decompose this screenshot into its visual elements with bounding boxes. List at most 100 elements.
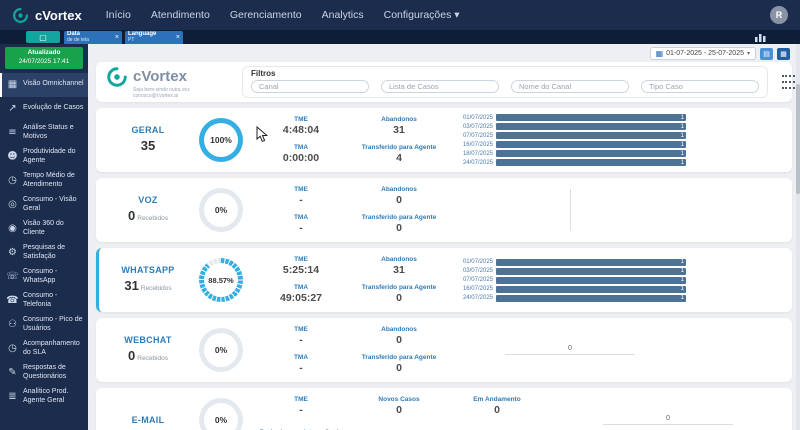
dashboard-brand-title: cVortex (133, 68, 187, 85)
bar: 1 (496, 150, 686, 157)
bar-chart-icon[interactable] (755, 33, 766, 42)
nav-item-atendimento[interactable]: Atendimento (151, 9, 210, 21)
vertical-scrollbar[interactable] (796, 44, 800, 430)
nav-item-gerenciamento[interactable]: Gerenciamento (230, 9, 302, 21)
dashboard-logo: cVortex Seja bem-vindo outra vez conosco… (106, 66, 216, 99)
metric-value: - (299, 222, 303, 234)
calendar-icon: ▦ (656, 49, 664, 58)
filters-title: Filtros (251, 69, 759, 78)
metric-label: Abandonos (381, 326, 417, 333)
sidebar-item-vis-o-360-do-cliente[interactable]: ◉Visão 360 do Cliente (0, 217, 88, 241)
empty-chart-axis: 0 (454, 345, 686, 355)
filter-input-canal[interactable] (251, 80, 369, 93)
attendance-donut: 100% (199, 118, 243, 162)
metric-label: Abandonos (381, 256, 417, 263)
filter-input-lista-de-casos[interactable] (381, 80, 499, 93)
updated-timestamp: 24/07/2025 17:41 (19, 58, 70, 65)
tab-language[interactable]: LanguagePT× (125, 31, 183, 44)
channel-name: WEBCHAT (106, 335, 190, 345)
user-avatar[interactable]: R (770, 6, 788, 24)
metric-label: TME (294, 326, 308, 333)
list-view-button[interactable]: ▦ (777, 48, 790, 60)
donut-percent: 88.57% (208, 276, 233, 285)
trend-icon: ↗ (6, 103, 19, 114)
metrics-col-2: Novos Casos0TMA (350, 394, 448, 430)
metric-value: 0 (494, 404, 500, 416)
donut-wrap: 0% (190, 328, 252, 372)
empty-chart-axis: 0 (552, 415, 784, 425)
grid-view-button[interactable]: ▤ (760, 48, 773, 60)
sidebar-item-pesquisas-de-satisfa-o[interactable]: ⚙Pesquisas de Satisfação (0, 241, 88, 265)
bar-date-label: 03/07/2025 (454, 124, 496, 130)
metric-label: TMA (294, 144, 308, 151)
metric-label: Em Andamento (473, 396, 520, 403)
metric-value: 31 (393, 124, 405, 136)
nav-item-configuracoes[interactable]: Configurações ▾ (384, 9, 460, 21)
filter-input-tipo-caso[interactable] (641, 80, 759, 93)
sidebar-item-consumo-whatsapp[interactable]: ☏Consumo - WhatsApp (0, 265, 88, 289)
bar: 1 (496, 268, 686, 275)
donut-percent: 100% (210, 135, 232, 145)
dashboard-header: cVortex Seja bem-vindo outra vez conosco… (96, 62, 792, 102)
expand-view-button[interactable]: ▢ (26, 31, 60, 43)
bar-value: 1 (681, 286, 686, 292)
metric-value: 4:48:04 (283, 124, 319, 136)
filter-input-nome-do-canal[interactable] (511, 80, 629, 93)
bar-value: 1 (681, 133, 686, 139)
metric: TME4:48:04 (252, 116, 350, 136)
metric-label: Novos Casos (378, 396, 419, 403)
scrollbar-thumb[interactable] (796, 84, 800, 194)
bar-value: 1 (681, 160, 686, 166)
phone-icon: ☎ (6, 295, 19, 306)
bar: 1 (496, 141, 686, 148)
bar-date-label: 18/07/2025 (454, 151, 496, 157)
sidebar-item-consumo-vis-o-geral[interactable]: ◎Consumo - Visão Geral (0, 193, 88, 217)
empty-chart-line (570, 189, 571, 231)
chart-icon: ≣ (6, 391, 19, 402)
close-icon[interactable]: × (115, 34, 119, 41)
sidebar-item-produtividade-do-agente[interactable]: ☻Produtividade do Agente (0, 145, 88, 169)
tab-data[interactable]: Datade de tela× (64, 31, 122, 44)
sidebar-item-an-lise-status-e-motivos[interactable]: ≡Análise Status e Motivos (0, 121, 88, 145)
channel-info: VOZ0Recebidos (106, 195, 190, 225)
sidebar-menu: ▦Visão Omnichannel↗Evolução de Casos≡Aná… (0, 73, 88, 409)
list-icon: ≡ (6, 127, 19, 138)
channel-info: GERAL35 (106, 125, 190, 155)
sidebar-item-label: Produtividade do Agente (23, 148, 85, 165)
date-range-picker[interactable]: ▦ 01-07-2025 - 25-07-2025 ▾ (650, 47, 756, 60)
close-icon[interactable]: × (176, 34, 180, 41)
channel-rows: GERAL35100%TME4:48:04TMA0:00:00Abandonos… (88, 108, 800, 430)
open-tabs: Datade de tela×LanguagePT× (64, 30, 183, 44)
attendance-donut: 88.57% (199, 258, 243, 302)
sidebar-item-acompanhamento-do-sla[interactable]: ◷Acompanhamento do SLA (0, 337, 88, 361)
bar-row: 03/07/20251 (454, 122, 686, 131)
metric: Abandonos0 (350, 186, 448, 206)
metric: TMA49:05:27 (252, 284, 350, 304)
bar: 1 (496, 295, 686, 302)
nav-item-inicio[interactable]: Início (106, 9, 131, 21)
sidebar-item-evolu-o-de-casos[interactable]: ↗Evolução de Casos (0, 97, 88, 121)
metric-value: 0 (396, 334, 402, 346)
metric-value: 0 (396, 194, 402, 206)
date-filter-bar: ▦ 01-07-2025 - 25-07-2025 ▾ ▤ ▦ (88, 44, 800, 60)
sidebar-item-anal-tico-prod-agente-geral[interactable]: ≣ Analítico Prod. Agente Geral (0, 385, 88, 409)
sidebar-item-label: Analítico Prod. Agente Geral (23, 388, 85, 405)
bar-row: 16/07/20251 (454, 140, 686, 149)
axis-zero-label: 0 (454, 345, 686, 352)
nav-item-analytics[interactable]: Analytics (322, 9, 364, 21)
bar-date-label: 03/07/2025 (454, 268, 496, 274)
bar-date-label: 01/07/2025 (454, 115, 496, 121)
sidebar-item-respostas-de-question-rios[interactable]: ✎Respostas de Questionários (0, 361, 88, 385)
clock-icon: ◷ (6, 343, 19, 354)
sidebar-item-tempo-m-dio-de-atendimento[interactable]: ◷Tempo Médio de Atendimento (0, 169, 88, 193)
sidebar-item-consumo-pico-de-usu-rios[interactable]: ⚇Consumo - Pico de Usuários (0, 313, 88, 337)
sidebar-item-vis-o-omnichannel[interactable]: ▦Visão Omnichannel (0, 73, 88, 97)
bar-date-label: 16/07/2025 (454, 142, 496, 148)
bar-value: 1 (681, 268, 686, 274)
sidebar-item-label: Consumo - Telefonia (23, 292, 85, 309)
filters-panel: Filtros (242, 66, 768, 98)
donut-wrap: 100% (190, 118, 252, 162)
tab-text: LanguagePT (128, 31, 174, 43)
sidebar-item-consumo-telefonia[interactable]: ☎ Consumo - Telefonia (0, 289, 88, 313)
metrics-col-2: Abandonos31Transferido para Agente0 (350, 254, 448, 306)
